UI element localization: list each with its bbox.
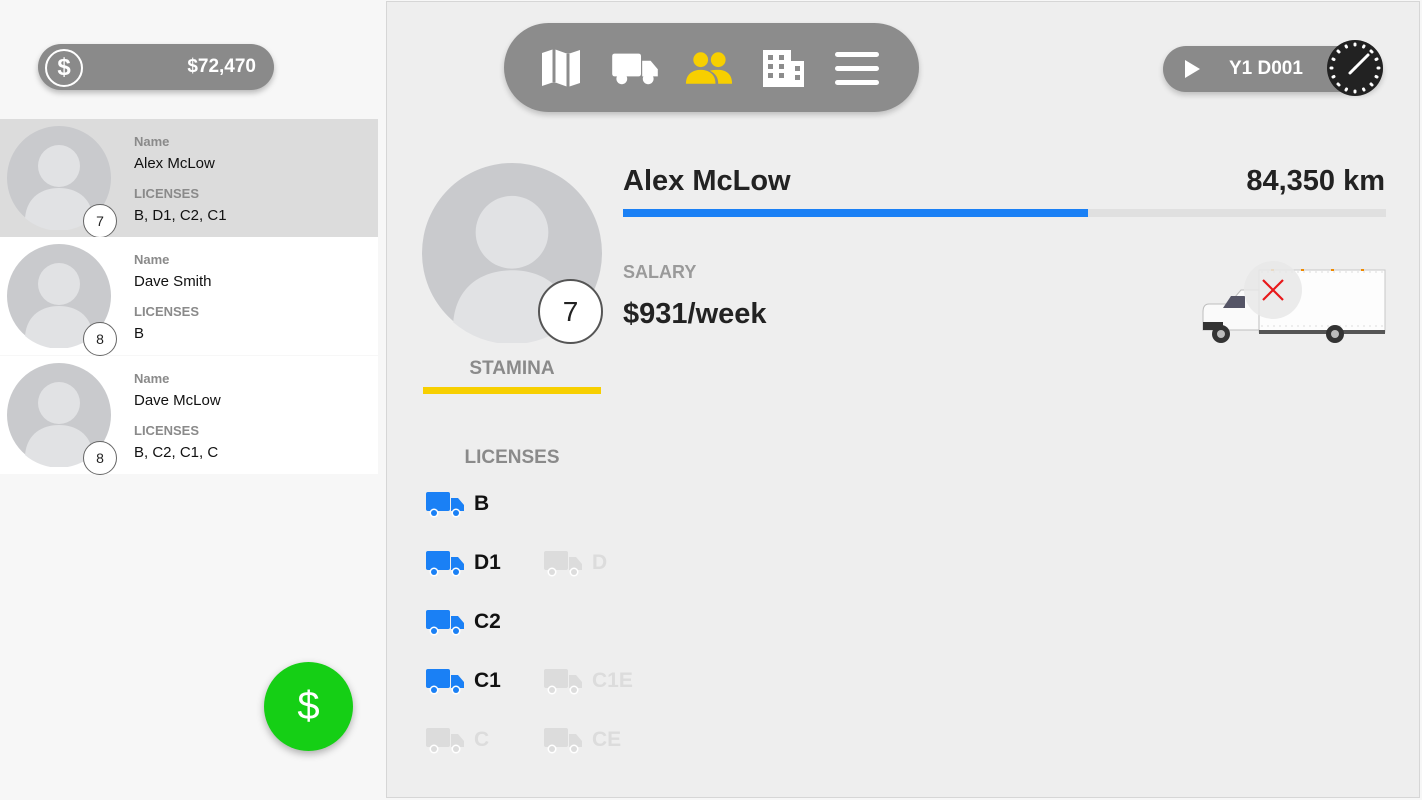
salary-dollar-button[interactable]: $ (264, 662, 353, 751)
stamina-bar (423, 387, 601, 394)
truck-icon (425, 548, 465, 578)
license-ce: CE (543, 725, 621, 755)
truck-icon (543, 548, 583, 578)
driver-name-label: Name (134, 371, 170, 386)
license-b: B (425, 489, 489, 519)
salary-label: SALARY (623, 262, 697, 282)
driver-name: Alex McLow (134, 155, 215, 172)
assigned-truck-image (1202, 261, 1386, 343)
truck-icon (611, 48, 659, 88)
license-c1: C1 (425, 666, 501, 696)
nav-menu-button[interactable] (833, 45, 881, 91)
driver-row-alex-mclow[interactable]: 7 Name Alex McLow LICENSES B, D1, C2, C1 (0, 119, 378, 238)
driver-detail-panel: Y1 D001 7 STAMINA Alex McLow 84,350 km S… (386, 1, 1420, 798)
driver-row-dave-mclow[interactable]: 8 Name Dave McLow LICENSES B, C2, C1, C (0, 356, 378, 475)
driver-list-panel: $ $72,470 7 Name Alex McLow LICENSES B, … (0, 0, 378, 800)
menu-icon (835, 52, 879, 85)
license-c1e: C1E (543, 666, 633, 696)
license-c2: C2 (425, 607, 501, 637)
license-c: C (425, 725, 489, 755)
dollar-icon: $ (297, 684, 320, 728)
driver-licenses: B (134, 325, 145, 342)
license-d: D (543, 548, 607, 578)
building-icon (763, 50, 804, 87)
driver-level-badge: 7 (83, 204, 117, 238)
truck-icon (425, 489, 465, 519)
driver-name: Dave Smith (134, 273, 212, 290)
play-icon[interactable] (1185, 60, 1200, 78)
driver-level-badge: 8 (83, 322, 117, 356)
driver-licenses-label: LICENSES (134, 423, 200, 438)
truck-icon (425, 725, 465, 755)
clock-icon[interactable] (1326, 39, 1384, 97)
license-d1: D1 (425, 548, 501, 578)
truck-icon (425, 666, 465, 696)
main-nav (504, 23, 919, 112)
people-icon (685, 52, 733, 84)
distance-progress-fill (623, 209, 1089, 217)
driver-level-badge: 7 (538, 279, 603, 344)
money-amount: $72,470 (187, 56, 256, 77)
truck-icon (543, 666, 583, 696)
distance-progress-bar (623, 209, 1386, 217)
driver-licenses: B, D1, C2, C1 (134, 207, 227, 224)
salary-value: $931/week (623, 298, 767, 330)
driver-name-label: Name (134, 252, 170, 267)
truck-icon (425, 607, 465, 637)
dollar-coin-icon: $ (42, 46, 86, 90)
nav-trucks-button[interactable] (611, 45, 659, 91)
driver-level-badge: 8 (83, 441, 117, 475)
driver-licenses-label: LICENSES (134, 304, 200, 319)
nav-drivers-button[interactable] (685, 45, 733, 91)
driver-distance: 84,350 km (1246, 165, 1385, 197)
nav-buildings-button[interactable] (759, 45, 807, 91)
map-icon (542, 49, 580, 87)
stamina-label: STAMINA (469, 358, 555, 379)
game-date: Y1 D001 (1229, 58, 1303, 79)
driver-licenses: B, C2, C1, C (134, 444, 219, 461)
licenses-header: LICENSES (464, 447, 560, 468)
driver-detail-name: Alex McLow (623, 165, 791, 197)
driver-row-dave-smith[interactable]: 8 Name Dave Smith LICENSES B (0, 237, 378, 356)
nav-map-button[interactable] (537, 45, 585, 91)
driver-licenses-label: LICENSES (134, 186, 200, 201)
driver-name: Dave McLow (134, 392, 221, 409)
money-balance: $ $72,470 (38, 44, 274, 90)
driver-name-label: Name (134, 134, 170, 149)
truck-icon (543, 725, 583, 755)
